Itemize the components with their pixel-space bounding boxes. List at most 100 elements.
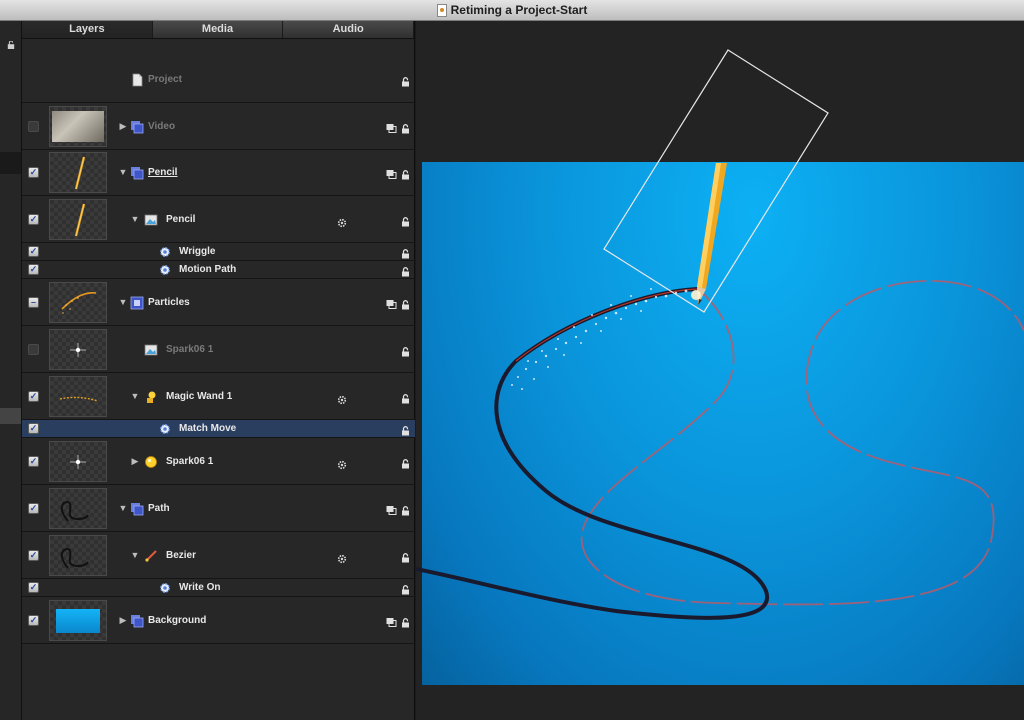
lock-icon[interactable] xyxy=(401,246,411,259)
disclosure-expanded-icon[interactable]: ▼ xyxy=(118,297,128,307)
layer-name: Project xyxy=(148,74,182,85)
layer-name: Pencil xyxy=(166,213,196,225)
layer-row[interactable]: ✓ Match Move xyxy=(22,420,415,438)
disclosure-collapsed-icon[interactable]: ▶ xyxy=(118,121,128,132)
layer-row[interactable]: ✓ ▼ Pencil xyxy=(22,196,415,243)
lock-icon[interactable] xyxy=(401,582,411,595)
behaviors-gear-icon[interactable] xyxy=(337,215,347,227)
lock-icon[interactable] xyxy=(401,423,411,436)
path-thumbnail xyxy=(49,534,107,576)
layer-row[interactable]: ✓ ▶ Spark06 1 xyxy=(22,438,415,485)
disclosure-expanded-icon[interactable]: ▼ xyxy=(118,503,128,513)
layer-visibility-checkbox[interactable]: ✓ xyxy=(28,502,39,514)
layer-name: Particles xyxy=(148,296,190,308)
particles-group-icon xyxy=(130,296,144,310)
layer-visibility-checkbox[interactable]: ✓ xyxy=(28,455,39,467)
behavior-gear-icon xyxy=(158,581,172,595)
layer-name: Write On xyxy=(179,582,221,593)
layer-visibility-checkbox[interactable]: ✓ xyxy=(28,582,39,593)
image-layer-icon xyxy=(144,213,158,227)
disclosure-expanded-icon[interactable]: ▼ xyxy=(118,167,128,177)
canvas-viewer[interactable] xyxy=(416,21,1024,720)
behaviors-gear-icon[interactable] xyxy=(337,457,347,469)
layer-visibility-checkbox[interactable]: ✓ xyxy=(28,167,39,178)
layer-visibility-checkbox[interactable] xyxy=(28,120,39,132)
layer-name: Bezier xyxy=(166,549,197,561)
layer-row[interactable]: ✓ Wriggle xyxy=(22,243,415,261)
panel-edge-block xyxy=(0,152,21,174)
layer-visibility-checkbox[interactable]: ✓ xyxy=(28,246,39,257)
layer-row[interactable]: ✓ ▼ Bezier xyxy=(22,532,415,579)
isolate-icon[interactable] xyxy=(386,297,398,309)
layer-row[interactable]: ✓ ▼ Magic Wand 1 xyxy=(22,373,415,420)
lock-icon[interactable] xyxy=(401,121,411,133)
lock-icon[interactable] xyxy=(401,74,411,87)
lock-icon[interactable] xyxy=(401,503,411,515)
spark-thumbnail xyxy=(49,440,107,482)
group-icon xyxy=(130,120,144,134)
layer-row[interactable]: ▶ Video xyxy=(22,103,415,150)
layer-row[interactable]: ✓ Motion Path xyxy=(22,261,415,279)
layer-visibility-checkbox[interactable]: ✓ xyxy=(28,614,39,626)
lock-icon[interactable] xyxy=(401,264,411,277)
tab-layers[interactable]: Layers xyxy=(22,21,153,38)
panel-edge-block xyxy=(0,408,21,424)
left-panel-edge xyxy=(0,21,22,720)
tab-media[interactable]: Media xyxy=(153,21,284,38)
layer-name: Background xyxy=(148,614,207,626)
lock-icon[interactable] xyxy=(401,167,411,180)
layer-name: Path xyxy=(148,502,170,514)
layer-row[interactable]: ✓ ▶ Background xyxy=(22,597,415,644)
layer-name: Video xyxy=(148,120,176,132)
tab-audio[interactable]: Audio xyxy=(283,21,415,38)
disclosure-expanded-icon[interactable]: ▼ xyxy=(130,550,140,560)
layer-name: Spark06 1 xyxy=(166,455,214,467)
particles-thumbnail xyxy=(49,281,107,323)
layer-visibility-checkbox[interactable]: ✓ xyxy=(28,390,39,402)
disclosure-expanded-icon[interactable]: ▼ xyxy=(130,214,140,224)
layer-row[interactable]: – ▼ Particles xyxy=(22,279,415,326)
bezier-path-curve[interactable] xyxy=(416,287,770,620)
layer-row[interactable]: ✓ Write On xyxy=(22,579,415,597)
lock-icon[interactable] xyxy=(401,214,411,226)
lock-icon[interactable] xyxy=(7,41,15,49)
canvas-overlay[interactable] xyxy=(416,21,1024,720)
lock-icon[interactable] xyxy=(401,550,411,562)
pencil-thumbnail xyxy=(49,198,107,240)
disclosure-expanded-icon[interactable]: ▼ xyxy=(130,391,140,401)
behaviors-gear-icon[interactable] xyxy=(337,392,347,404)
layer-visibility-checkbox[interactable]: ✓ xyxy=(28,213,39,225)
layer-row[interactable]: ✓ ▼ Path xyxy=(22,485,415,532)
motion-path-curve[interactable] xyxy=(580,280,1024,606)
layer-visibility-checkbox[interactable]: ✓ xyxy=(28,549,39,561)
title-bar: Retiming a Project-Start xyxy=(0,0,1024,21)
behavior-gear-icon xyxy=(158,263,172,277)
behaviors-gear-icon[interactable] xyxy=(337,551,347,563)
layer-visibility-checkbox[interactable]: – xyxy=(28,296,39,308)
layer-name: Motion Path xyxy=(179,264,237,275)
isolate-icon[interactable] xyxy=(386,121,398,133)
isolate-icon[interactable] xyxy=(386,615,398,627)
behavior-gear-icon xyxy=(158,422,172,436)
lock-icon[interactable] xyxy=(401,456,411,468)
background-thumbnail xyxy=(49,599,107,641)
group-icon xyxy=(130,614,144,628)
disclosure-collapsed-icon[interactable]: ▶ xyxy=(130,456,140,467)
layer-row[interactable]: ✓ ▼ Pencil xyxy=(22,150,415,196)
group-icon xyxy=(130,166,144,180)
lock-icon[interactable] xyxy=(401,297,411,309)
path-thumbnail xyxy=(49,487,107,529)
isolate-icon[interactable] xyxy=(386,503,398,515)
layer-visibility-checkbox[interactable]: ✓ xyxy=(28,423,39,434)
layer-visibility-checkbox[interactable]: ✓ xyxy=(28,264,39,275)
layer-visibility-checkbox[interactable] xyxy=(28,343,39,355)
disclosure-collapsed-icon[interactable]: ▶ xyxy=(118,615,128,626)
layer-row[interactable]: Spark06 1 xyxy=(22,326,415,373)
pencil-object[interactable] xyxy=(697,163,727,305)
lock-icon[interactable] xyxy=(401,391,411,403)
isolate-icon[interactable] xyxy=(386,167,398,179)
lock-icon[interactable] xyxy=(401,615,411,627)
lock-icon[interactable] xyxy=(401,344,411,356)
layer-row[interactable]: Project xyxy=(22,57,415,103)
layer-name: Match Move xyxy=(179,423,237,434)
